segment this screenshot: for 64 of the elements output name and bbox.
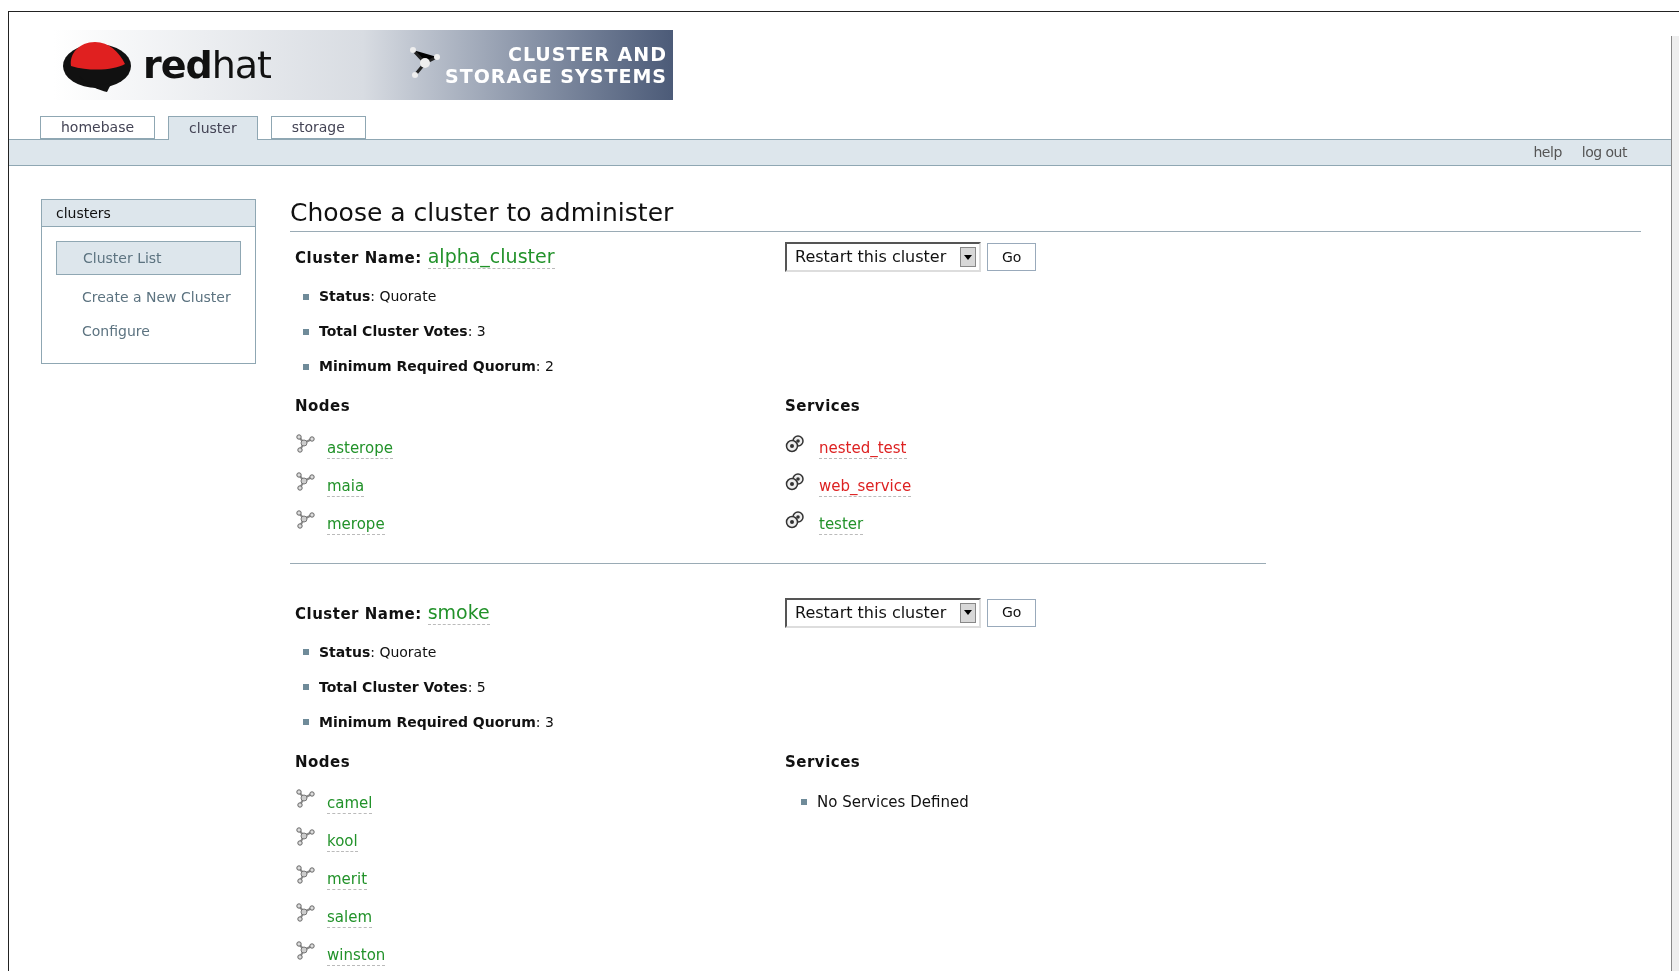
cluster-name-label: Cluster Name: bbox=[295, 248, 422, 270]
go-button[interactable]: Go bbox=[987, 243, 1037, 271]
cluster-stat: Total Cluster Votes: 5 bbox=[319, 677, 486, 697]
network-node-icon bbox=[295, 432, 315, 453]
bullet-icon bbox=[303, 719, 309, 725]
nodes-heading: Nodes bbox=[295, 396, 352, 417]
network-node-icon bbox=[295, 902, 315, 922]
nav-tab[interactable]: homebase bbox=[40, 116, 156, 139]
go-button[interactable]: Go bbox=[987, 598, 1037, 627]
node-link[interactable]: asterope bbox=[327, 437, 393, 459]
page-title: Choose a cluster to administer bbox=[290, 197, 1641, 232]
nav-tab[interactable]: storage bbox=[270, 116, 366, 139]
logo-text: redhat bbox=[143, 41, 271, 89]
bullet-icon bbox=[801, 799, 807, 806]
cluster-name-link[interactable]: smoke bbox=[427, 599, 490, 625]
action-dropdown[interactable]: Restart this cluster bbox=[785, 242, 981, 272]
cluster-stat: Status: Quorate bbox=[319, 287, 437, 306]
node-link[interactable]: winston bbox=[327, 945, 386, 966]
sidebar-title: clusters bbox=[42, 200, 255, 227]
nav-tab[interactable]: cluster bbox=[168, 116, 258, 140]
services-heading: Services bbox=[785, 751, 862, 773]
cluster-name-label: Cluster Name: bbox=[295, 603, 422, 625]
top-link[interactable]: help bbox=[1533, 142, 1562, 163]
service-link[interactable]: nested_test bbox=[819, 437, 907, 459]
product-title-line: STORAGE SYSTEMS bbox=[445, 65, 667, 87]
nodes-heading: Nodes bbox=[295, 751, 352, 773]
sidebar-item[interactable]: Cluster List bbox=[56, 241, 241, 275]
service-link[interactable]: web_service bbox=[819, 475, 912, 497]
node-link[interactable]: merit bbox=[327, 869, 368, 890]
cluster-stat: Status: Quorate bbox=[319, 642, 437, 662]
node-link[interactable]: merope bbox=[327, 513, 385, 535]
top-link[interactable]: log out bbox=[1581, 142, 1627, 163]
sidebar-item[interactable]: Configure bbox=[56, 319, 241, 343]
bullet-icon bbox=[303, 293, 309, 300]
node-link[interactable]: maia bbox=[327, 475, 365, 497]
cluster-name-link[interactable]: alpha_cluster bbox=[427, 244, 555, 270]
caret-icon bbox=[960, 602, 976, 623]
bullet-icon bbox=[303, 363, 309, 370]
bullet-icon bbox=[303, 328, 309, 335]
sidebar-item[interactable]: Create a New Cluster bbox=[56, 285, 241, 309]
cluster-stat: Total Cluster Votes: 3 bbox=[319, 322, 486, 341]
gears-icon bbox=[785, 434, 805, 453]
node-link[interactable]: camel bbox=[327, 793, 373, 814]
cluster-stat: Minimum Required Quorum: 3 bbox=[319, 712, 554, 732]
bullet-icon bbox=[303, 649, 309, 655]
network-node-icon bbox=[295, 940, 315, 960]
service-link[interactable]: tester bbox=[819, 513, 864, 535]
gears-icon bbox=[785, 472, 805, 491]
cluster-molecule-icon bbox=[407, 45, 443, 81]
no-services-text: No Services Defined bbox=[817, 792, 969, 813]
network-node-icon bbox=[295, 788, 315, 808]
network-node-icon bbox=[295, 508, 315, 529]
network-node-icon bbox=[295, 470, 315, 491]
action-dropdown[interactable]: Restart this cluster bbox=[785, 597, 981, 628]
network-node-icon bbox=[295, 864, 315, 884]
cluster-stat: Minimum Required Quorum: 2 bbox=[319, 357, 554, 376]
network-node-icon bbox=[295, 826, 315, 846]
caret-icon bbox=[960, 247, 976, 267]
node-link[interactable]: kool bbox=[327, 831, 358, 852]
gears-icon bbox=[785, 510, 805, 529]
bullet-icon bbox=[303, 684, 309, 690]
services-heading: Services bbox=[785, 396, 862, 417]
product-title-line: CLUSTER AND bbox=[507, 43, 667, 65]
node-link[interactable]: salem bbox=[327, 907, 372, 928]
